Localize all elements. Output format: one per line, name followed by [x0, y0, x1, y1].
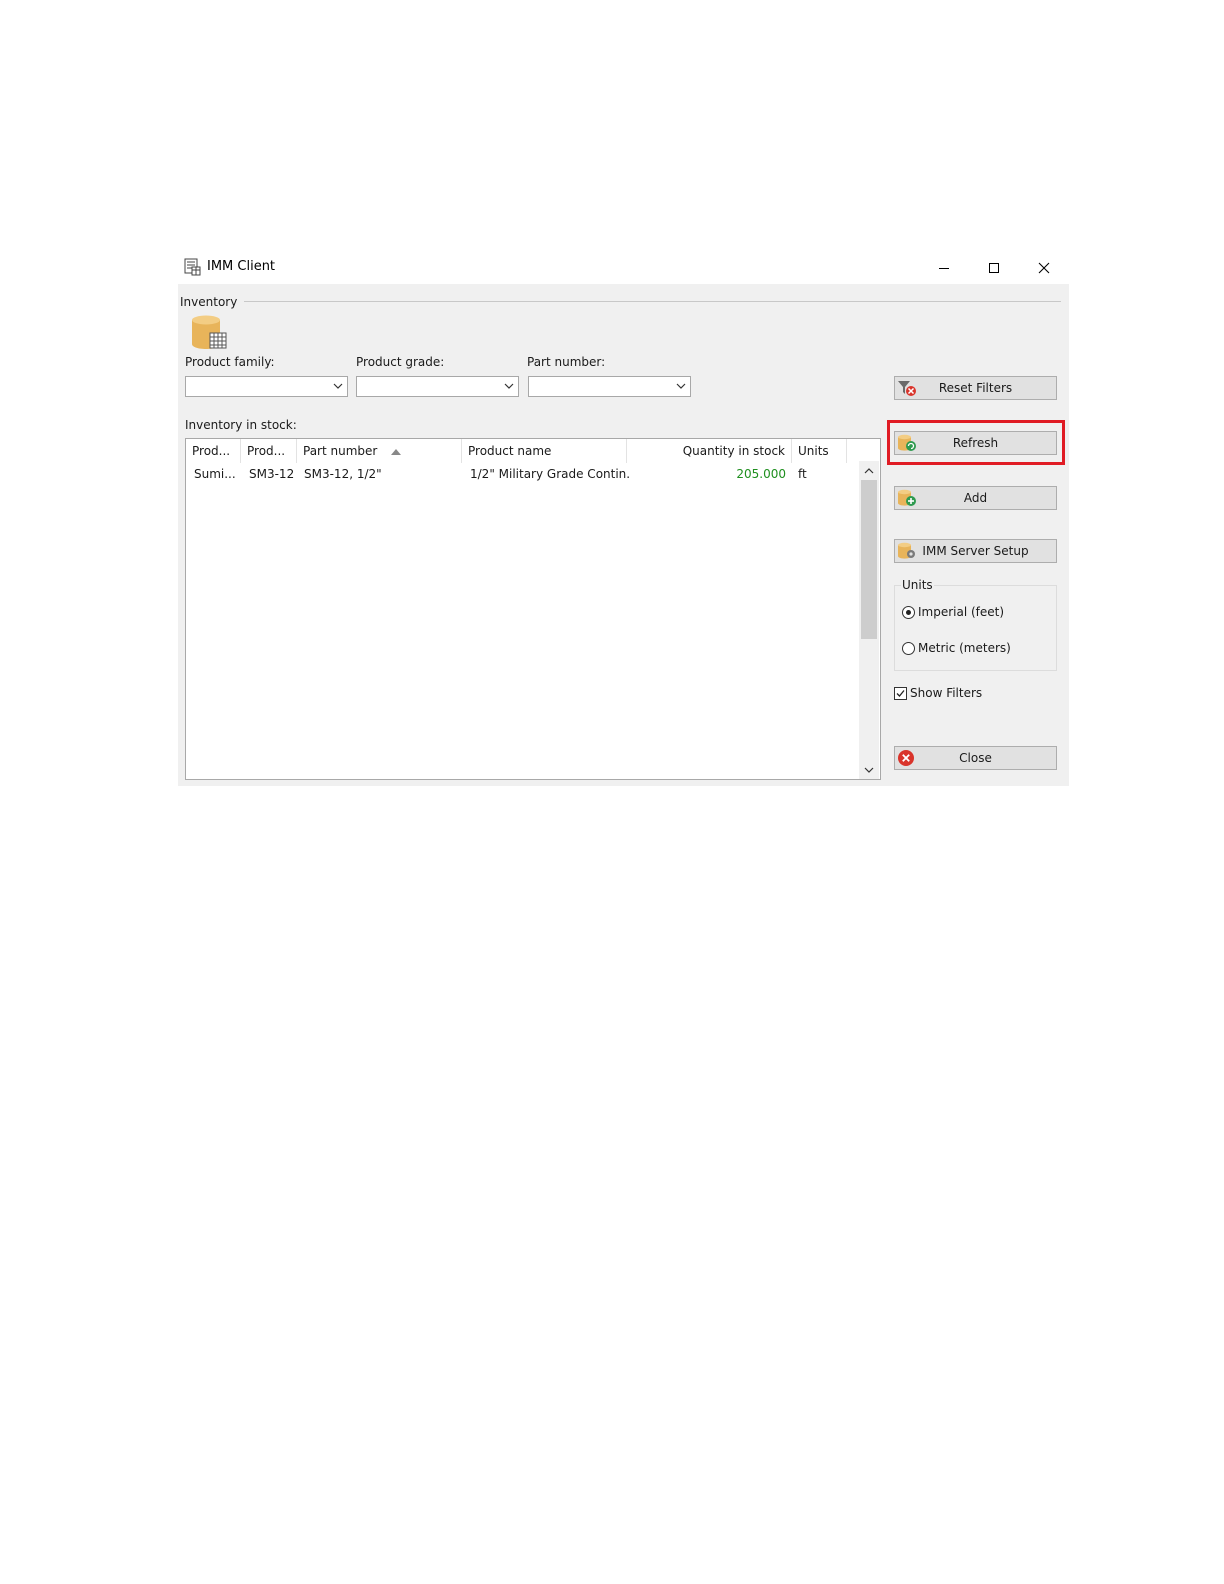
refresh-button[interactable]: Refresh: [894, 431, 1057, 455]
close-button[interactable]: Close: [894, 746, 1057, 770]
column-header[interactable]: Prod...: [186, 439, 241, 463]
inventory-table[interactable]: Prod... Prod... Part number Product name…: [185, 438, 881, 780]
table-cell[interactable]: SM3-12, 1/2": [298, 464, 463, 484]
chevron-down-icon: [333, 383, 343, 389]
scroll-up-button[interactable]: [859, 461, 879, 479]
part-number-select[interactable]: [528, 376, 691, 397]
close-window-button[interactable]: [1019, 252, 1069, 284]
table-cell[interactable]: SM3-12: [243, 464, 299, 484]
part-number-label: Part number:: [527, 355, 606, 369]
product-family-label: Product family:: [185, 355, 275, 369]
column-header[interactable]: Prod...: [241, 439, 297, 463]
group-divider: [244, 301, 1061, 302]
close-icon: [1038, 262, 1050, 274]
show-filters-checkbox[interactable]: Show Filters: [894, 684, 982, 702]
imm-client-window: IMM Client Inventory Product family: Pro…: [178, 252, 1069, 786]
maximize-icon: [989, 263, 999, 273]
radio-imperial-label: Imperial (feet): [918, 605, 1005, 619]
column-header[interactable]: Product name: [462, 439, 627, 463]
server-setup-button[interactable]: IMM Server Setup: [894, 539, 1057, 563]
checkmark-icon: [896, 689, 905, 697]
window-title: IMM Client: [207, 259, 276, 274]
radio-metric[interactable]: Metric (meters): [902, 639, 1011, 657]
column-header[interactable]: Units: [792, 439, 847, 463]
server-setup-label: IMM Server Setup: [922, 544, 1029, 558]
close-label: Close: [959, 751, 992, 765]
product-grade-label: Product grade:: [356, 355, 445, 369]
reset-filters-label: Reset Filters: [938, 381, 1013, 395]
scroll-down-button[interactable]: [859, 761, 879, 779]
column-header-label: Part number: [303, 444, 378, 458]
title-bar[interactable]: IMM Client: [178, 252, 1069, 284]
refresh-label: Refresh: [952, 436, 999, 450]
chevron-down-icon: [864, 767, 874, 773]
chevron-up-icon: [864, 467, 874, 473]
column-header-part-number[interactable]: Part number: [297, 439, 462, 463]
app-icon: [184, 258, 201, 276]
show-filters-label: Show Filters: [910, 686, 983, 700]
units-group-title: Units: [901, 578, 934, 592]
units-group: [894, 585, 1057, 671]
maximize-button[interactable]: [969, 252, 1019, 284]
scrollbar-thumb[interactable]: [861, 480, 877, 639]
inventory-in-stock-label: Inventory in stock:: [185, 418, 297, 432]
minimize-button[interactable]: [919, 252, 969, 284]
inventory-group-label: Inventory: [180, 295, 238, 309]
column-header[interactable]: Quantity in stock: [627, 439, 792, 463]
checkbox-checked[interactable]: [894, 686, 907, 700]
chevron-down-icon: [504, 383, 514, 389]
radio-metric-label: Metric (meters): [918, 641, 1011, 655]
vertical-scrollbar[interactable]: [859, 461, 879, 779]
quantity-cell[interactable]: 205.000: [627, 464, 792, 484]
chevron-down-icon: [676, 383, 686, 389]
table-cell[interactable]: 1/2" Military Grade Contin...: [464, 464, 629, 484]
add-label: Add: [963, 491, 988, 505]
sort-ascending-icon: [391, 448, 402, 455]
reset-filters-button[interactable]: Reset Filters: [894, 376, 1057, 400]
database-table-icon: [192, 315, 227, 349]
radio-button-selected[interactable]: [902, 605, 915, 619]
minimize-icon: [939, 268, 949, 269]
product-grade-select[interactable]: [356, 376, 519, 397]
radio-button[interactable]: [902, 641, 915, 655]
radio-imperial[interactable]: Imperial (feet): [902, 603, 1004, 621]
table-cell[interactable]: Sumi...: [188, 464, 243, 484]
table-cell[interactable]: ft: [792, 464, 847, 484]
add-button[interactable]: Add: [894, 486, 1057, 510]
product-family-select[interactable]: [185, 376, 348, 397]
